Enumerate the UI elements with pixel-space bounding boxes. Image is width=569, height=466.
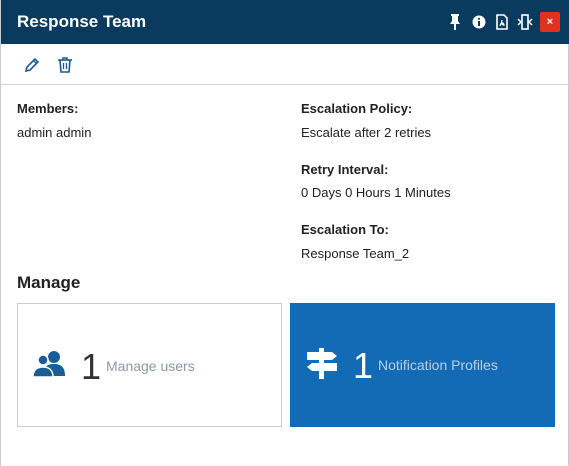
retry-interval-label: Retry Interval: [301,162,389,177]
retry-interval-value: 0 Days 0 Hours 1 Minutes [301,185,451,200]
notification-profiles-card[interactable]: 1 Notification Profiles [290,303,555,427]
response-team-panel: Response Team × Members: admin admin Esc… [0,0,569,466]
panel-title: Response Team [17,12,147,31]
pin-icon[interactable] [447,13,463,31]
users-icon [32,351,65,378]
manage-users-card[interactable]: 1 Manage users [17,303,282,427]
escalation-to-value: Response Team_2 [301,246,410,261]
close-button[interactable]: × [540,12,560,32]
members-label: Members: [17,101,79,116]
notification-profiles-count: 1 [353,345,374,386]
users-count: 1 [81,346,102,387]
action-toolbar [1,44,569,85]
pdf-icon[interactable] [494,13,510,31]
edit-icon[interactable] [23,56,41,74]
escalation-policy-label: Escalation Policy: [301,101,413,116]
title-bar: Response Team × [1,0,569,44]
info-icon[interactable] [471,13,487,31]
members-value: admin admin [17,125,92,140]
escalation-to-label: Escalation To: [301,222,389,237]
manage-users-label: Manage users [106,358,195,374]
signpost-icon [307,348,337,379]
resize-icon[interactable] [517,13,533,31]
manage-title: Manage [17,273,81,292]
delete-icon[interactable] [56,56,74,74]
notification-profiles-label: Notification Profiles [378,357,498,373]
escalation-policy-value: Escalate after 2 retries [301,125,432,140]
